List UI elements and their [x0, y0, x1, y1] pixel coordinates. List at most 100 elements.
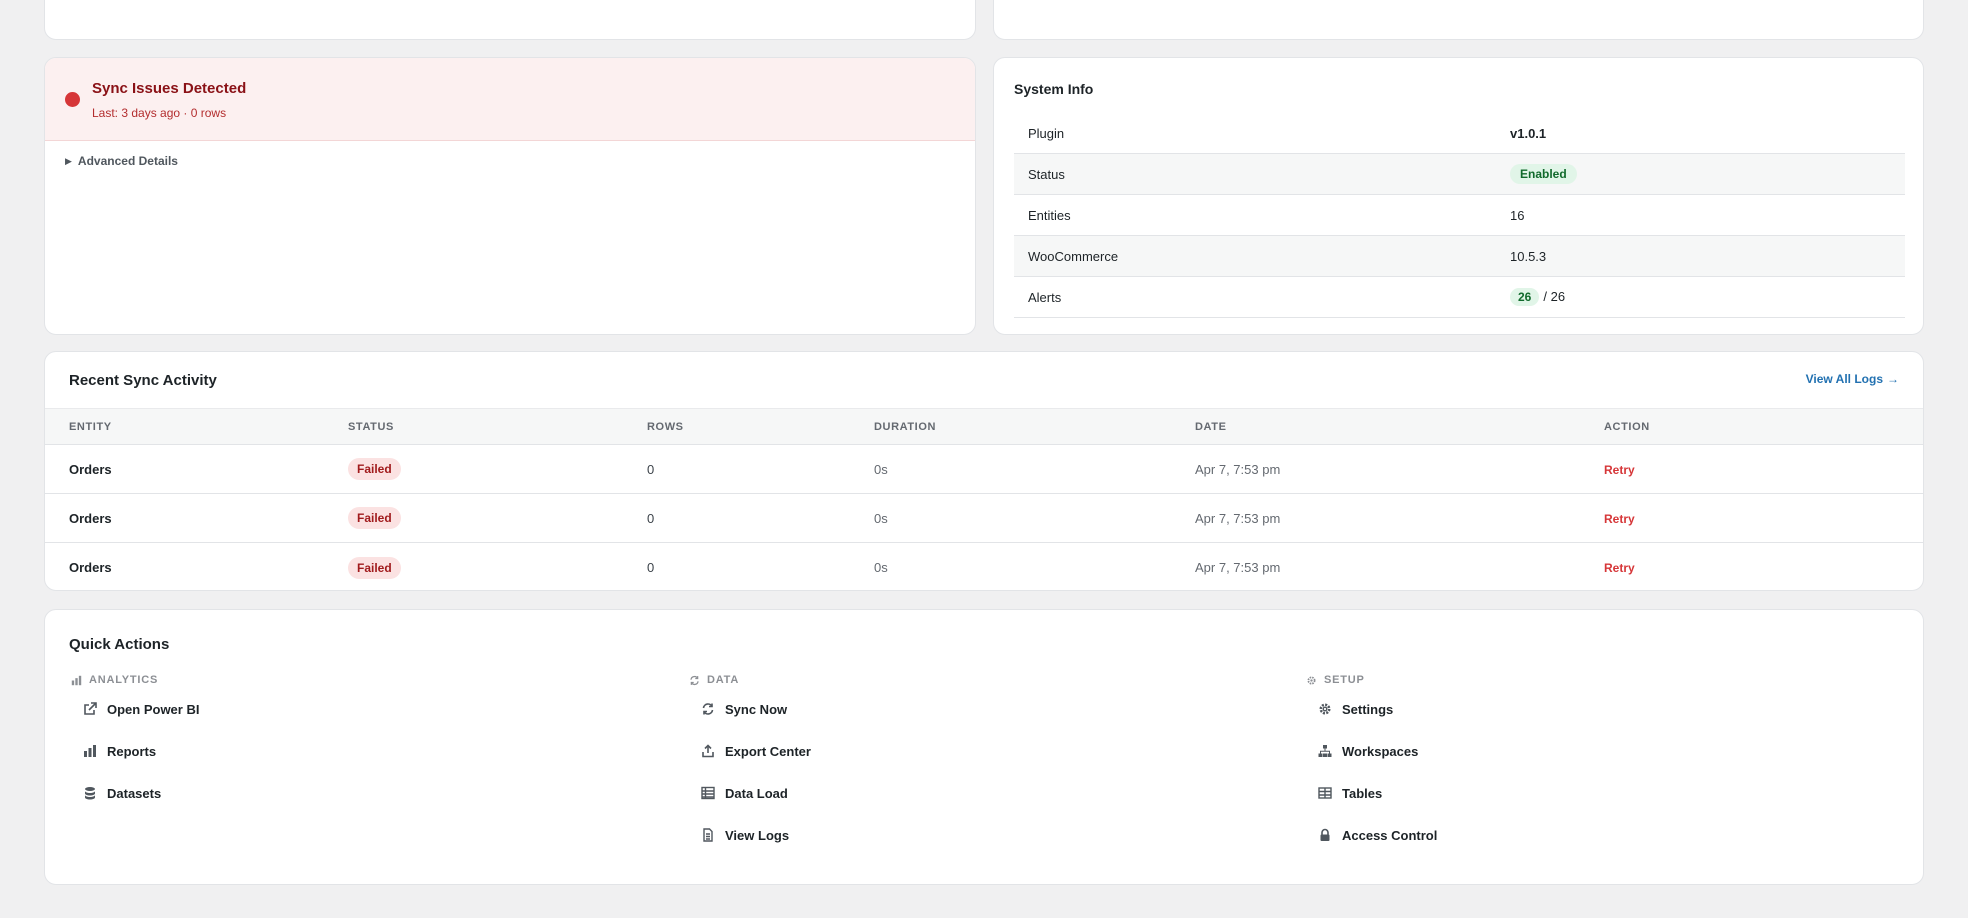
- sitemap-icon: [1318, 744, 1332, 758]
- export-center-button[interactable]: Export Center: [687, 730, 1287, 772]
- system-info-row-woocommerce: WooCommerce 10.5.3: [1014, 236, 1905, 277]
- status-badge: Enabled: [1510, 164, 1577, 184]
- quick-action-label: Open Power BI: [107, 701, 200, 717]
- date-cell: Apr 7, 7:53 pm: [1195, 510, 1281, 526]
- sync-now-button[interactable]: Sync Now: [687, 688, 1287, 730]
- arrow-right-icon: →: [1887, 372, 1899, 386]
- quick-action-label: Settings: [1342, 701, 1394, 717]
- quick-actions-group-analytics: ANALYTICS Open Power BI Reports Datasets: [69, 672, 669, 814]
- top-right-card: [993, 0, 1924, 40]
- workspaces-button[interactable]: Workspaces: [1304, 730, 1904, 772]
- alerts-count-badge: 26: [1510, 288, 1540, 306]
- quick-action-label: Workspaces: [1342, 743, 1419, 759]
- table-row: Orders Failed 0 0s Apr 7, 7:53 pm Retry: [45, 445, 1923, 494]
- tables-button[interactable]: Tables: [1304, 772, 1904, 814]
- access-control-button[interactable]: Access Control: [1304, 814, 1904, 856]
- view-logs-button[interactable]: View Logs: [687, 814, 1287, 856]
- quick-action-label: Sync Now: [725, 701, 788, 717]
- status-badge: Failed: [348, 458, 401, 480]
- column-header-rows: ROWS: [647, 420, 684, 433]
- table-row: Orders Failed 0 0s Apr 7, 7:53 pm Retry: [45, 543, 1923, 590]
- sync-alert-card: Sync Issues Detected Last: 3 days ago · …: [44, 57, 976, 335]
- quick-actions-title: Quick Actions: [69, 636, 170, 653]
- rows-cell: 0: [647, 560, 655, 575]
- table-list-icon: [701, 786, 715, 800]
- table-header: ENTITY STATUS ROWS DURATION DATE ACTION: [45, 408, 1923, 445]
- column-header-entity: ENTITY: [69, 420, 112, 433]
- data-load-button[interactable]: Data Load: [687, 772, 1287, 814]
- system-info-card: System Info Plugin v1.0.1 Status Enabled…: [993, 57, 1924, 335]
- quick-action-label: View Logs: [725, 827, 790, 843]
- quick-action-label: Reports: [107, 743, 157, 759]
- system-info-table: Plugin v1.0.1 Status Enabled Entities 16…: [1014, 113, 1905, 318]
- woocommerce-version: 10.5.3: [1510, 248, 1547, 264]
- error-dot-icon: [65, 92, 80, 107]
- group-heading-label: DATA: [707, 674, 740, 686]
- upload-icon: [701, 744, 715, 758]
- date-cell: Apr 7, 7:53 pm: [1195, 560, 1281, 575]
- group-heading: SETUP: [1304, 672, 1904, 688]
- system-info-label: Alerts: [1028, 289, 1062, 305]
- column-header-date: DATE: [1195, 420, 1227, 433]
- entities-count: 16: [1510, 207, 1525, 223]
- database-icon: [83, 786, 97, 800]
- view-all-logs-link[interactable]: View All Logs →: [1806, 372, 1899, 386]
- sync-alert-header: Sync Issues Detected Last: 3 days ago · …: [45, 58, 975, 141]
- quick-actions-group-data: DATA Sync Now Export Center Data Load Vi…: [687, 672, 1287, 856]
- duration-cell: 0s: [874, 560, 888, 575]
- system-info-label: Plugin: [1028, 125, 1065, 141]
- system-info-label: Status: [1028, 166, 1065, 182]
- sync-alert-subtitle: Last: 3 days ago · 0 rows: [92, 106, 227, 120]
- group-heading-label: SETUP: [1324, 674, 1365, 686]
- duration-cell: 0s: [874, 461, 888, 477]
- gear-icon: [1318, 702, 1332, 716]
- entity-cell: Orders: [69, 461, 112, 477]
- column-header-duration: DURATION: [874, 420, 937, 433]
- recent-sync-activity-card: Recent Sync Activity View All Logs → ENT…: [44, 351, 1924, 591]
- advanced-details-toggle[interactable]: ▶ Advanced Details: [65, 154, 178, 168]
- settings-button[interactable]: Settings: [1304, 688, 1904, 730]
- entity-cell: Orders: [69, 510, 112, 526]
- quick-actions-card: Quick Actions ANALYTICS Open Power BI Re…: [44, 609, 1924, 885]
- retry-button[interactable]: Retry: [1604, 512, 1635, 526]
- advanced-details-label: Advanced Details: [77, 154, 178, 168]
- table-row: Orders Failed 0 0s Apr 7, 7:53 pm Retry: [45, 494, 1923, 543]
- view-all-logs-label: View All Logs: [1805, 372, 1883, 386]
- sync-activity-table: ENTITY STATUS ROWS DURATION DATE ACTION …: [45, 408, 1923, 590]
- plugin-version: v1.0.1: [1510, 125, 1547, 141]
- system-info-title: System Info: [1014, 81, 1094, 97]
- quick-action-label: Datasets: [107, 785, 162, 801]
- date-cell: Apr 7, 7:53 pm: [1195, 461, 1281, 477]
- open-power-bi-button[interactable]: Open Power BI: [69, 688, 669, 730]
- recent-sync-activity-title: Recent Sync Activity: [69, 372, 217, 389]
- system-info-row-status: Status Enabled: [1014, 154, 1905, 195]
- retry-button[interactable]: Retry: [1604, 463, 1635, 477]
- duration-cell: 0s: [874, 510, 888, 526]
- reports-button[interactable]: Reports: [69, 730, 669, 772]
- system-info-row-alerts: Alerts 26/ 26: [1014, 277, 1905, 318]
- top-left-card: [44, 0, 976, 40]
- file-icon: [701, 828, 715, 842]
- sync-alert-title: Sync Issues Detected: [92, 80, 247, 97]
- datasets-button[interactable]: Datasets: [69, 772, 669, 814]
- group-heading: DATA: [687, 672, 1287, 688]
- sync-icon: [687, 673, 701, 687]
- system-info-row-plugin: Plugin v1.0.1: [1014, 113, 1905, 154]
- system-info-row-entities: Entities 16: [1014, 195, 1905, 236]
- quick-action-label: Tables: [1342, 785, 1383, 801]
- status-badge: Failed: [348, 556, 401, 579]
- alerts-total: / 26: [1543, 289, 1566, 304]
- group-heading: ANALYTICS: [69, 672, 669, 688]
- rows-cell: 0: [647, 461, 655, 477]
- external-link-icon: [83, 702, 97, 716]
- retry-button[interactable]: Retry: [1604, 561, 1635, 575]
- rows-cell: 0: [647, 510, 655, 526]
- table-icon: [1318, 786, 1332, 800]
- quick-action-label: Data Load: [725, 785, 788, 801]
- system-info-label: WooCommerce: [1028, 248, 1119, 264]
- column-header-status: STATUS: [348, 420, 394, 433]
- status-badge: Failed: [348, 507, 401, 529]
- bar-chart-icon: [83, 744, 97, 758]
- quick-action-label: Export Center: [725, 743, 811, 759]
- gear-icon: [1304, 673, 1318, 687]
